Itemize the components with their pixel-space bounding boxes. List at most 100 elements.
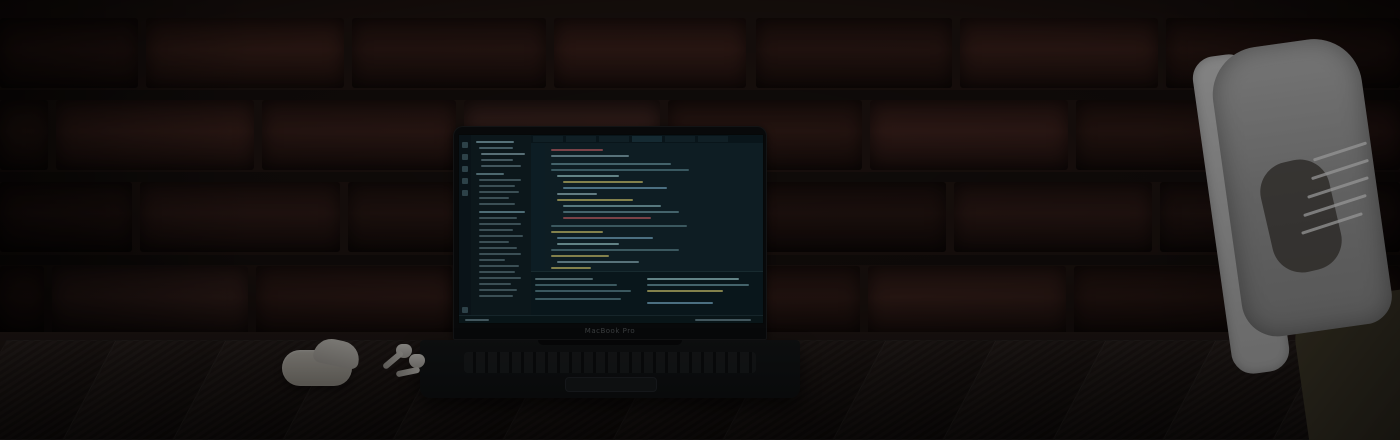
debug-icon: [462, 178, 468, 184]
explorer-line: [479, 191, 519, 193]
code-line: [557, 261, 639, 263]
code-line: [551, 155, 629, 157]
code-line: [551, 231, 603, 233]
explorer-line: [479, 241, 509, 243]
laptop-brand-label: MacBook Pro: [584, 327, 636, 335]
explorer-line: [479, 265, 519, 267]
sneaker-icon: [1190, 32, 1400, 377]
explorer-line: [479, 223, 521, 225]
code-line: [557, 175, 619, 177]
brick: [140, 182, 340, 252]
terminal-line: [535, 290, 631, 292]
terminal-line: [647, 290, 723, 292]
terminal-line: [535, 298, 621, 300]
brick: [146, 18, 344, 88]
code-line: [551, 267, 591, 269]
terminal-line: [535, 284, 617, 286]
explorer-line: [479, 253, 521, 255]
explorer-line: [476, 141, 514, 143]
code-line: [551, 163, 671, 165]
brick: [870, 100, 1068, 170]
editor-tab: [599, 136, 629, 142]
photo-scene: MacBook Pro: [0, 0, 1400, 440]
code-line: [563, 217, 651, 219]
laptop: MacBook Pro: [420, 126, 800, 406]
status-line: [465, 319, 489, 321]
explorer-line: [476, 173, 504, 175]
search-icon: [462, 154, 468, 160]
explorer-line: [479, 277, 521, 279]
explorer-line: [481, 159, 513, 161]
brick: [868, 266, 1066, 336]
explorer-line: [479, 295, 513, 297]
brick: [0, 182, 132, 252]
code-editor: [531, 135, 763, 271]
brick: [56, 100, 254, 170]
terminal-line: [647, 302, 713, 304]
explorer-line: [479, 271, 515, 273]
editor-tab: [632, 136, 662, 142]
laptop-base: [420, 340, 800, 398]
code-line: [563, 205, 661, 207]
editor-tab: [665, 136, 695, 142]
editor-tab: [698, 136, 728, 142]
code-line: [563, 211, 679, 213]
code-line: [557, 243, 619, 245]
explorer-line: [479, 147, 513, 149]
files-icon: [462, 142, 468, 148]
file-explorer: [471, 135, 532, 323]
code-line: [551, 149, 603, 151]
editor-tab: [533, 136, 563, 142]
code-line: [557, 193, 597, 195]
explorer-line: [479, 247, 517, 249]
brick: [756, 18, 952, 88]
terminal-line: [535, 278, 593, 280]
status-line: [695, 319, 751, 321]
brick: [52, 266, 248, 336]
editor-tab: [566, 136, 596, 142]
source-control-icon: [462, 166, 468, 172]
status-bar: [459, 315, 763, 323]
explorer-line: [481, 153, 525, 155]
laptop-screen: [458, 134, 764, 324]
line-numbers: [531, 143, 545, 271]
explorer-line: [479, 289, 517, 291]
code-line: [551, 225, 687, 227]
settings-icon: [462, 307, 468, 313]
brick: [352, 18, 546, 88]
terminal-panel: [531, 271, 763, 316]
mortar-line: [0, 90, 1400, 100]
code-line: [551, 169, 689, 171]
touchpad: [565, 377, 657, 392]
editor-tabs: [531, 135, 763, 143]
explorer-line: [479, 179, 521, 181]
code-line: [563, 187, 667, 189]
code-line: [557, 237, 653, 239]
explorer-line: [479, 235, 523, 237]
brick: [0, 18, 138, 88]
brick: [960, 18, 1158, 88]
brick: [554, 18, 746, 88]
brick: [954, 182, 1152, 252]
code-line: [557, 199, 633, 201]
terminal-line: [647, 278, 739, 280]
explorer-line: [481, 165, 521, 167]
explorer-line: [479, 197, 509, 199]
code-line: [563, 181, 643, 183]
keyboard: [464, 352, 756, 373]
explorer-line: [479, 185, 515, 187]
explorer-line: [479, 211, 525, 213]
explorer-line: [479, 203, 515, 205]
explorer-line: [479, 229, 513, 231]
explorer-line: [479, 283, 511, 285]
code-line: [551, 249, 679, 251]
laptop-hinge: [538, 340, 682, 345]
explorer-line: [479, 259, 505, 261]
brick: [0, 266, 44, 336]
brick: [0, 100, 48, 170]
explorer-line: [479, 217, 517, 219]
code-line: [551, 255, 609, 257]
terminal-line: [647, 284, 749, 286]
extensions-icon: [462, 190, 468, 196]
editor-activity-bar: [459, 135, 471, 323]
